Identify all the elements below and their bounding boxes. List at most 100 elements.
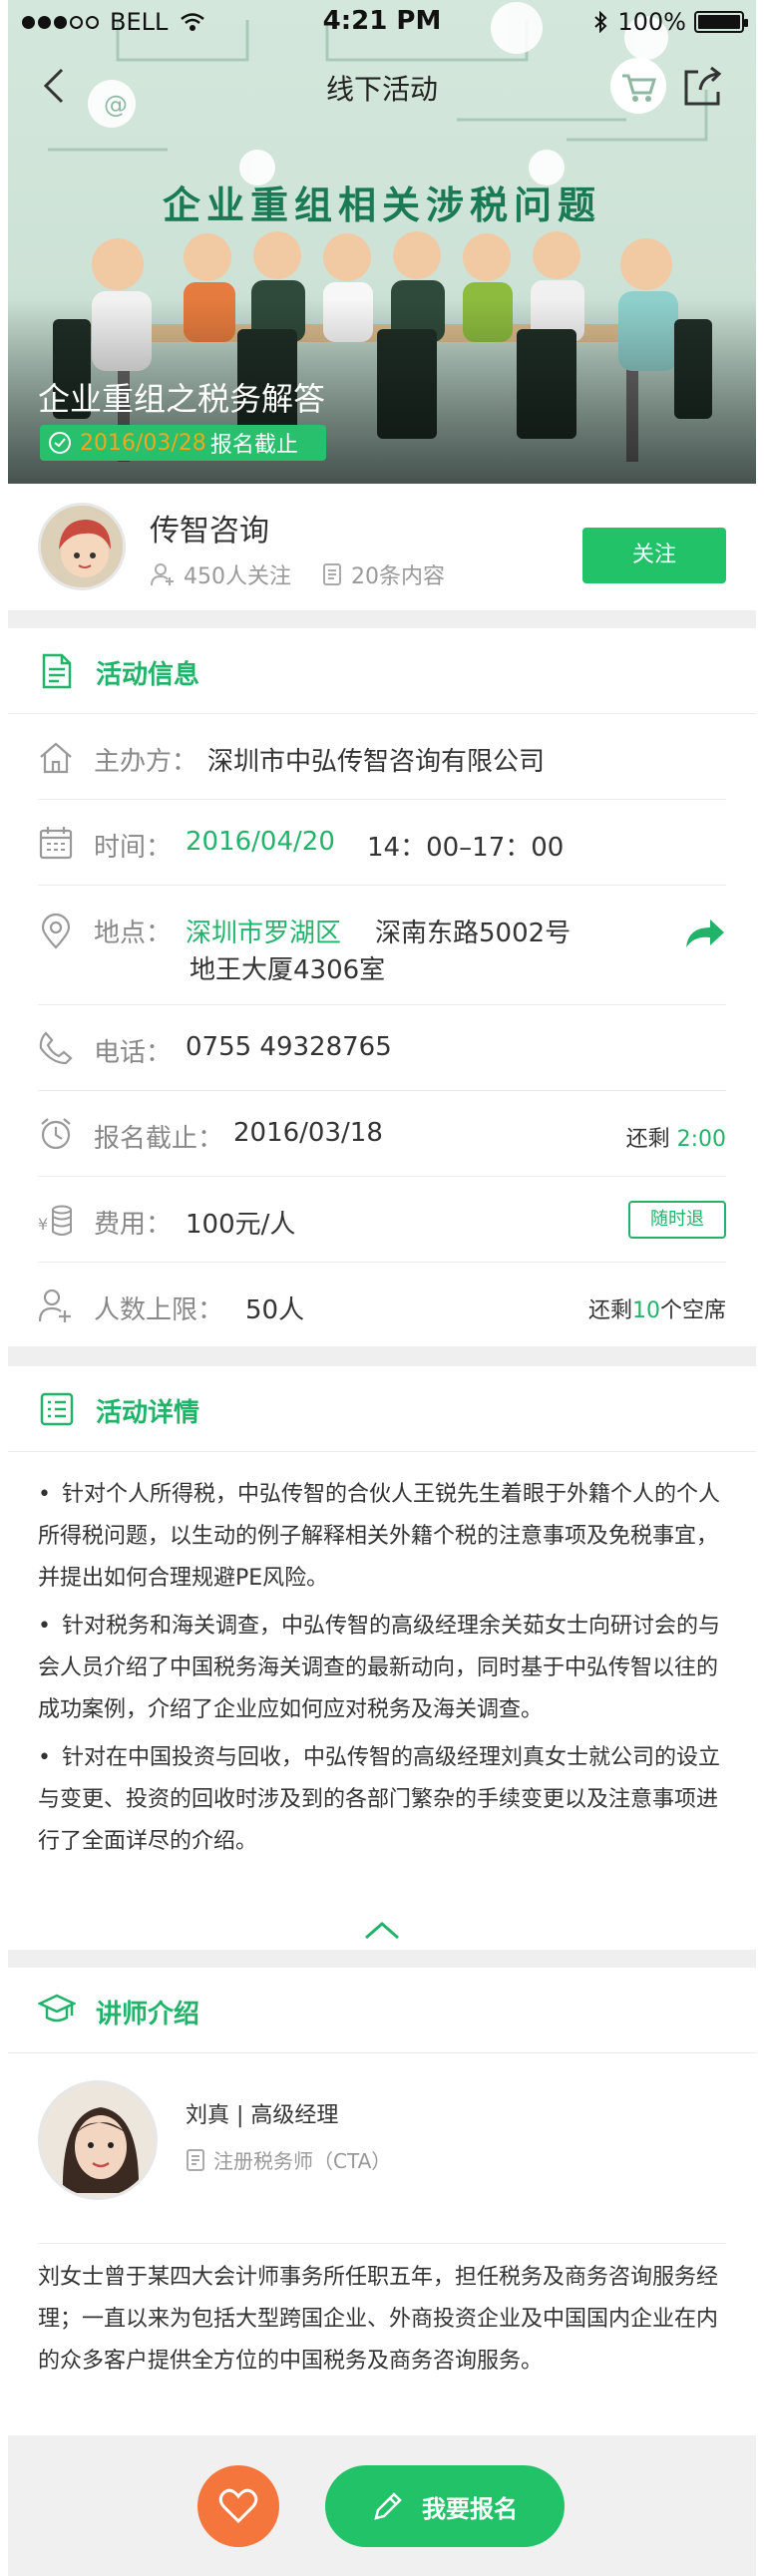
detail-item: • 针对税务和海关调查，中弘传智的高级经理余关茹女士向研讨会的与会人员介绍了中国… — [38, 1606, 726, 1731]
location-district[interactable]: 深圳市罗湖区 — [186, 913, 341, 949]
lecturer-name: 刘真 | 高级经理 — [186, 2103, 339, 2128]
coins-icon: ¥ — [38, 1205, 72, 1236]
location-label: 地点： — [94, 919, 173, 948]
host-label: 主办方： — [94, 747, 198, 777]
detail-text: 针对税务和海关调查，中弘传智的高级经理余关茹女士向研讨会的与会人员介绍了中国税务… — [38, 1614, 721, 1722]
follow-button[interactable]: 关注 — [582, 528, 726, 583]
location-building: 地王大厦4306室 — [190, 955, 386, 985]
bottom-action-bar: 我要报名 — [8, 2435, 756, 2576]
certificate-icon — [187, 2148, 204, 2171]
status-right: 100% — [593, 8, 748, 36]
phone-icon — [39, 1031, 73, 1065]
location-pin-icon — [41, 914, 71, 949]
event-title: 企业重组之税务解答 — [38, 380, 326, 418]
deadline-date: 2016/03/28 — [80, 430, 206, 456]
clock-icon — [49, 432, 71, 454]
document-list-icon — [42, 653, 72, 689]
section-header: 活动信息 — [8, 628, 756, 714]
heart-icon — [218, 2488, 258, 2524]
deadline-label: 报名截止： — [94, 1124, 224, 1154]
organizer-card[interactable]: 传智咨询 450人关注 20条内容 关注 — [8, 484, 756, 610]
pencil-icon — [374, 2492, 402, 2520]
time-row: 时间： 2016/04/20 14：00–17：00 — [38, 800, 726, 886]
cart-button[interactable] — [610, 58, 666, 114]
bluetooth-icon — [594, 11, 607, 33]
favorite-button[interactable] — [197, 2465, 279, 2547]
phone-screen: @ 企业重组相关涉税问题 BELL 4:21 PM 100% 线下活动 企业重组… — [8, 0, 756, 2576]
document-icon — [323, 563, 341, 585]
fee-row: ¥ 费用： 100元/人 随时退 — [38, 1177, 726, 1263]
signup-button[interactable]: 我要报名 — [325, 2465, 565, 2547]
followers-count: 450人关注 — [184, 564, 291, 589]
limit-value: 50人 — [245, 1295, 305, 1325]
battery-icon — [694, 11, 748, 33]
section-title: 讲师介绍 — [96, 2000, 200, 2029]
seats-count: 10 — [631, 1298, 660, 1323]
location-row[interactable]: 地点： 深圳市罗湖区 深南东路5002号 地王大厦4306室 — [38, 886, 726, 1005]
host-row: 主办方： 深圳市中弘传智咨询有限公司 — [38, 714, 726, 800]
list-icon — [40, 1392, 74, 1426]
add-user-icon — [38, 1288, 71, 1322]
section-header: 讲师介绍 — [8, 1968, 756, 2053]
alarm-clock-icon — [41, 1118, 71, 1150]
remaining-value: 2:00 — [676, 1127, 726, 1152]
status-bar: BELL 4:21 PM 100% — [8, 0, 756, 44]
phone-row[interactable]: 电话： 0755 49328765 — [38, 1005, 726, 1091]
section-title: 活动信息 — [96, 660, 200, 690]
nav-bar: 线下活动 — [8, 50, 756, 120]
remaining-time: 还剩 2:00 — [626, 1121, 726, 1153]
seats-suffix: 个空席 — [659, 1298, 726, 1323]
followers-icon — [151, 563, 174, 586]
organizer-stats: 450人关注 20条内容 — [150, 558, 445, 590]
deadline-suffix: 报名截止 — [209, 433, 298, 458]
detail-item: • 针对在中国投资与回收，中弘传智的高级经理刘真女士就公司的设立与变更、投资的回… — [38, 1737, 726, 1863]
section-header: 活动详情 — [8, 1366, 756, 1452]
share-icon[interactable] — [678, 62, 728, 112]
detail-item: • 针对个人所得税，中弘传智的合伙人王锐先生着眼于外籍个人的个人所得税问题，以生… — [38, 1474, 726, 1600]
event-time-range: 14：00–17：00 — [367, 833, 565, 863]
event-date: 2016/04/20 — [186, 827, 335, 857]
deadline-value: 2016/03/18 — [233, 1118, 383, 1148]
navigate-icon[interactable] — [682, 916, 726, 951]
fee-value: 100元/人 — [186, 1210, 296, 1240]
deadline-row: 报名截止： 2016/03/18 还剩 2:00 — [38, 1091, 726, 1177]
detail-text: 针对个人所得税，中弘传智的合伙人王锐先生着眼于外籍个人的个人所得税问题，以生动的… — [38, 1482, 721, 1591]
signup-label: 我要报名 — [422, 2494, 518, 2523]
seats-remaining: 还剩10个空席 — [588, 1292, 726, 1324]
home-icon — [40, 742, 72, 774]
organizer-name: 传智咨询 — [150, 514, 269, 549]
time-label: 时间： — [94, 833, 173, 863]
activity-info-card: 活动信息 主办方： 深圳市中弘传智咨询有限公司 时间： 2016/04/20 1… — [8, 628, 756, 1346]
remaining-label: 还剩 — [625, 1127, 670, 1152]
phone-label: 电话： — [94, 1038, 173, 1068]
lecturer-avatar[interactable] — [38, 2080, 158, 2200]
battery-percent: 100% — [617, 8, 686, 36]
organizer-avatar[interactable] — [38, 503, 126, 590]
refund-badge: 随时退 — [628, 1201, 726, 1239]
fee-label: 费用： — [94, 1210, 173, 1240]
section-title: 活动详情 — [96, 1398, 200, 1428]
lecturer-certificate: 注册税务师（CTA） — [186, 2145, 391, 2174]
svg-text:¥: ¥ — [38, 1215, 48, 1234]
phone-value[interactable]: 0755 49328765 — [186, 1032, 392, 1062]
location-street: 深南东路5002号 — [375, 919, 572, 948]
cart-icon — [622, 74, 657, 102]
activity-detail-card: 活动详情 • 针对个人所得税，中弘传智的合伙人王锐先生着眼于外籍个人的个人所得税… — [8, 1366, 756, 1950]
certificate-text: 注册税务师（CTA） — [213, 2149, 392, 2173]
graduation-cap-icon — [38, 1994, 76, 2023]
deadline-badge: 2016/03/28 报名截止 — [40, 425, 326, 461]
event-banner: @ 企业重组相关涉税问题 BELL 4:21 PM 100% 线下活动 企业重组… — [8, 0, 756, 484]
seats-prefix: 还剩 — [587, 1298, 632, 1323]
banner-heading: 企业重组相关涉税问题 — [162, 184, 601, 227]
calendar-icon — [39, 827, 73, 860]
limit-label: 人数上限： — [94, 1295, 224, 1325]
detail-text: 针对在中国投资与回收，中弘传智的高级经理刘真女士就公司的设立与变更、投资的回收时… — [38, 1745, 721, 1854]
divider — [38, 2243, 726, 2244]
lecturer-photo — [41, 2083, 155, 2197]
host-value: 深圳市中弘传智咨询有限公司 — [207, 747, 546, 777]
lecturer-bio: 刘女士曾于某四大会计师事务所任职五年，担任税务及商务咨询服务经理；一直以来为包括… — [38, 2265, 719, 2374]
attendee-limit-row: 人数上限： 50人 还剩10个空席 — [38, 1263, 726, 1346]
chevron-up-icon[interactable] — [362, 1920, 402, 1942]
avatar-illustration — [41, 506, 123, 587]
contents-count: 20条内容 — [351, 564, 445, 589]
